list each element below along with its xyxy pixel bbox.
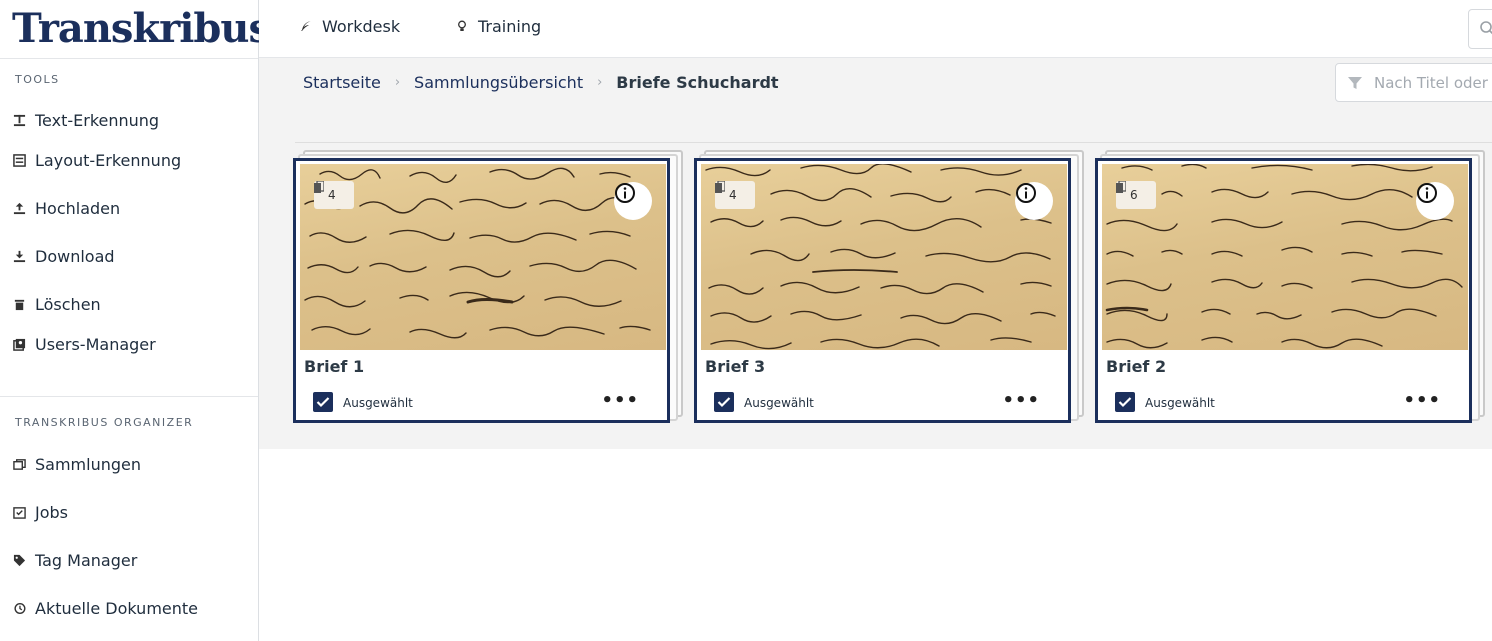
sidebar-item-label: Layout-Erkennung [35,150,182,170]
sidebar-item-label: Text-Erkennung [35,110,160,130]
organizer-heading: TRANSKRIBUS ORGANIZER [15,416,194,429]
document-card[interactable]: 6 Brief 2 Ausgewählt ••• [1095,150,1485,427]
handwriting-image [304,167,651,339]
page-count-badge: 4 [715,181,755,209]
tag-icon [12,553,26,567]
breadcrumb-separator: › [394,75,401,90]
sidebar-item-label: Download [35,246,115,266]
tools-heading: TOOLS [15,73,60,86]
more-options-button[interactable]: ••• [1002,390,1040,411]
breadcrumb-current: Briefe Schuchardt [616,73,779,92]
page-count: 6 [1130,188,1138,202]
sidebar-item-delete[interactable]: Löschen [12,292,101,316]
page-count: 4 [328,188,336,202]
top-navigation: Workdesk Training [259,0,1492,58]
selected-label: Ausgewählt [343,396,413,410]
nav-training[interactable]: Training [456,17,541,36]
select-checkbox[interactable] [313,392,333,412]
nav-workdesk[interactable]: Workdesk [300,17,400,36]
sidebar-item-label: Löschen [35,294,101,314]
info-button[interactable] [1015,182,1053,220]
document-title[interactable]: Brief 1 [304,357,364,376]
document-card[interactable]: 4 Brief 3 Ausgewählt ••• [694,150,1084,427]
feather-icon [300,20,314,34]
sidebar-item-download[interactable]: Download [12,244,115,268]
page-count-badge: 6 [1116,181,1156,209]
sidebar-item-label: Jobs [35,502,68,522]
sidebar-item-layout-recognition[interactable]: Layout-Erkennung [12,148,181,172]
document-title[interactable]: Brief 3 [705,357,765,376]
info-icon [1016,183,1036,203]
sidebar-item-jobs[interactable]: Jobs [12,500,68,524]
layout-recognition-icon [12,153,26,167]
document-card-body[interactable]: 4 Brief 3 Ausgewählt ••• [694,158,1071,423]
page-count: 4 [729,188,737,202]
nav-training-label: Training [478,17,542,36]
app-logo[interactable]: Transkribus® [12,4,280,54]
sidebar-item-label: Tag Manager [35,550,138,570]
divider [295,142,1492,143]
checkmark-icon [717,397,731,408]
document-title[interactable]: Brief 2 [1106,357,1166,376]
info-button[interactable] [1416,182,1454,220]
handwriting-image [705,164,1056,350]
collections-icon [12,457,26,471]
document-thumbnail[interactable]: 4 [300,164,666,350]
more-options-button[interactable]: ••• [601,390,639,411]
sidebar-item-label: Users-Manager [35,334,156,354]
sidebar-item-label: Aktuelle Dokumente [35,598,198,618]
info-button[interactable] [614,182,652,220]
trash-icon [12,297,26,311]
sidebar-item-users-manager[interactable]: Users-Manager [12,332,156,356]
users-icon [12,337,26,351]
document-thumbnail[interactable]: 6 [1102,164,1468,350]
filter-icon [1347,75,1363,91]
filter-placeholder: Nach Titel oder I [1374,73,1492,92]
divider [0,396,258,397]
breadcrumb-home[interactable]: Startseite [303,73,381,92]
breadcrumb-collections[interactable]: Sammlungsübersicht [414,73,583,92]
select-checkbox[interactable] [1115,392,1135,412]
document-card-body[interactable]: 6 Brief 2 Ausgewählt ••• [1095,158,1472,423]
checkmark-icon [316,397,330,408]
selected-label: Ausgewählt [1145,396,1215,410]
sidebar-item-label: Hochladen [35,198,121,218]
sidebar-item-tag-manager[interactable]: Tag Manager [12,548,137,572]
document-card-body[interactable]: 4 Brief 1 Ausgewählt ••• [293,158,670,423]
document-thumbnail[interactable]: 4 [701,164,1067,350]
breadcrumb-separator: › [597,75,603,90]
history-icon [12,601,26,615]
lightbulb-icon [456,20,470,34]
page-count-badge: 4 [314,181,354,209]
search-icon [1480,21,1492,35]
nav-workdesk-label: Workdesk [322,17,401,36]
main-content: Startseite › Sammlungsübersicht › Briefe… [259,58,1492,449]
checkmark-icon [1118,397,1132,408]
more-options-button[interactable]: ••• [1403,390,1441,411]
info-icon [615,183,635,203]
jobs-icon [12,505,26,519]
upload-icon [12,201,26,215]
global-search-input[interactable] [1468,9,1492,49]
download-icon [12,249,26,263]
sidebar-item-recent-documents[interactable]: Aktuelle Dokumente [12,596,198,620]
breadcrumb: Startseite › Sammlungsübersicht › Briefe… [303,73,779,92]
info-icon [1417,183,1437,203]
text-recognition-icon [12,113,26,127]
sidebar-item-upload[interactable]: Hochladen [12,196,120,220]
document-card[interactable]: 4 Brief 1 Ausgewählt ••• [293,150,683,427]
handwriting-image [1105,164,1463,349]
sidebar-item-collections[interactable]: Sammlungen [12,452,141,476]
select-checkbox[interactable] [714,392,734,412]
filter-input[interactable]: Nach Titel oder I [1335,63,1492,102]
sidebar-item-label: Sammlungen [35,454,141,474]
divider [0,58,258,59]
selected-label: Ausgewählt [744,396,814,410]
sidebar: Transkribus® TOOLS Text-Erkennung Layout… [0,0,280,641]
sidebar-item-text-recognition[interactable]: Text-Erkennung [12,108,159,132]
